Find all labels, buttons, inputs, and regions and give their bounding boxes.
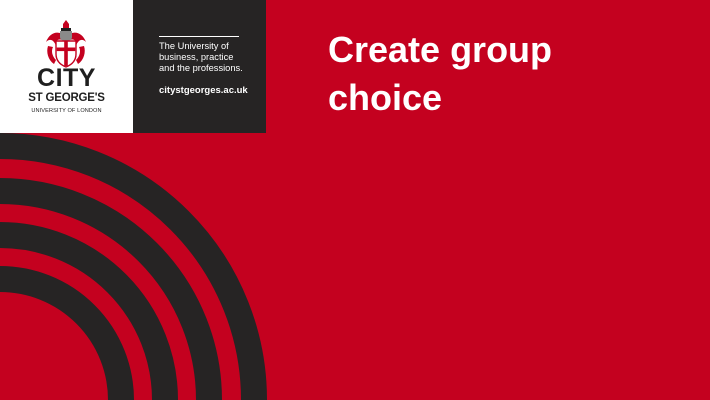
tagline-panel: The University of business, practice and… [133, 0, 266, 133]
logo-city-text: CITY [37, 64, 96, 92]
slide-title: Create group choice [328, 29, 553, 118]
decorative-arcs [0, 133, 267, 400]
tagline-divider [159, 36, 239, 37]
website-url: citystgeorges.ac.uk [159, 85, 248, 96]
arc-4 [0, 266, 134, 400]
logo-university-text: UNIVERSITY OF LONDON [31, 108, 102, 114]
city-crest-icon [46, 20, 86, 68]
university-logo: CITY ST GEORGE'S UNIVERSITY OF LONDON [0, 0, 133, 133]
tagline-text: The University of business, practice and… [159, 41, 243, 73]
slide: CITY ST GEORGE'S UNIVERSITY OF LONDON Th… [0, 0, 710, 400]
logo-st-georges-text: ST GEORGE'S [28, 92, 105, 104]
